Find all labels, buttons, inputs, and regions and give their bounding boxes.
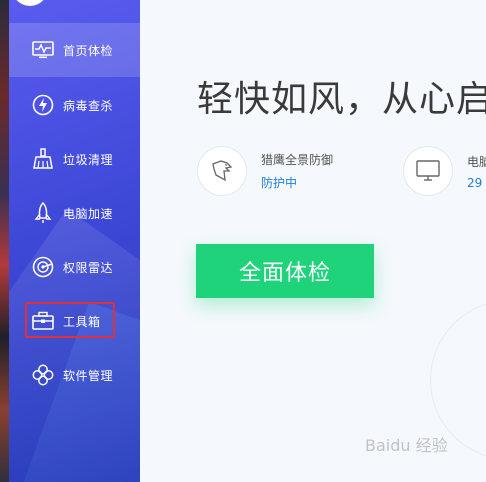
monitor-pulse-icon (31, 38, 55, 62)
broom-icon (31, 147, 55, 171)
sidebar-item-speed-up[interactable]: 电脑加速 (9, 186, 140, 240)
radar-icon (31, 255, 55, 279)
sidebar-item-junk-clean[interactable]: 垃圾清理 (9, 132, 140, 186)
page-title: 轻快如风，从心启 (197, 79, 486, 120)
status-value: 29 (467, 175, 483, 190)
rocket-icon (31, 201, 55, 225)
sidebar-item-home-check[interactable]: 首页体检 (9, 23, 140, 77)
sidebar-item-label: 电脑加速 (63, 206, 114, 221)
sidebar-item-label: 病毒查杀 (63, 98, 114, 113)
desktop-background (0, 0, 9, 482)
full-check-button[interactable]: 全面体检 (196, 244, 374, 298)
sidebar-item-label: 首页体检 (63, 43, 114, 58)
status-title: 电脑 (467, 154, 486, 169)
watermark: Baidu 经验 (365, 436, 448, 455)
sidebar-item-software-manager[interactable]: 软件管理 (9, 348, 140, 402)
status-defense[interactable]: 猎鹰全景防御 防护中 (197, 146, 333, 196)
status-title: 猎鹰全景防御 (261, 153, 334, 167)
clover-icon (31, 363, 55, 387)
status-value: 防护中 (261, 176, 298, 190)
sidebar-item-label: 软件管理 (63, 368, 114, 383)
toolbox-highlight (25, 302, 115, 338)
sidebar-item-label: 权限雷达 (63, 260, 114, 275)
sidebar-item-virus-scan[interactable]: 病毒查杀 (9, 78, 140, 132)
app-window: 首页体检 病毒查杀 垃圾清理 电脑加速 权限雷达 工具箱 软件管理 轻快如风，从… (0, 0, 486, 482)
eagle-icon (197, 146, 247, 196)
sidebar-item-label: 垃圾清理 (63, 152, 114, 167)
monitor-icon (403, 146, 453, 196)
lightning-circle-icon (31, 93, 55, 117)
status-computer[interactable]: 电脑 29 (403, 146, 486, 196)
main-panel: 轻快如风，从心启 猎鹰全景防御 防护中 电脑 29 全面体检 Baidu 经验 (140, 0, 486, 482)
sidebar-item-permission-radar[interactable]: 权限雷达 (9, 240, 140, 294)
